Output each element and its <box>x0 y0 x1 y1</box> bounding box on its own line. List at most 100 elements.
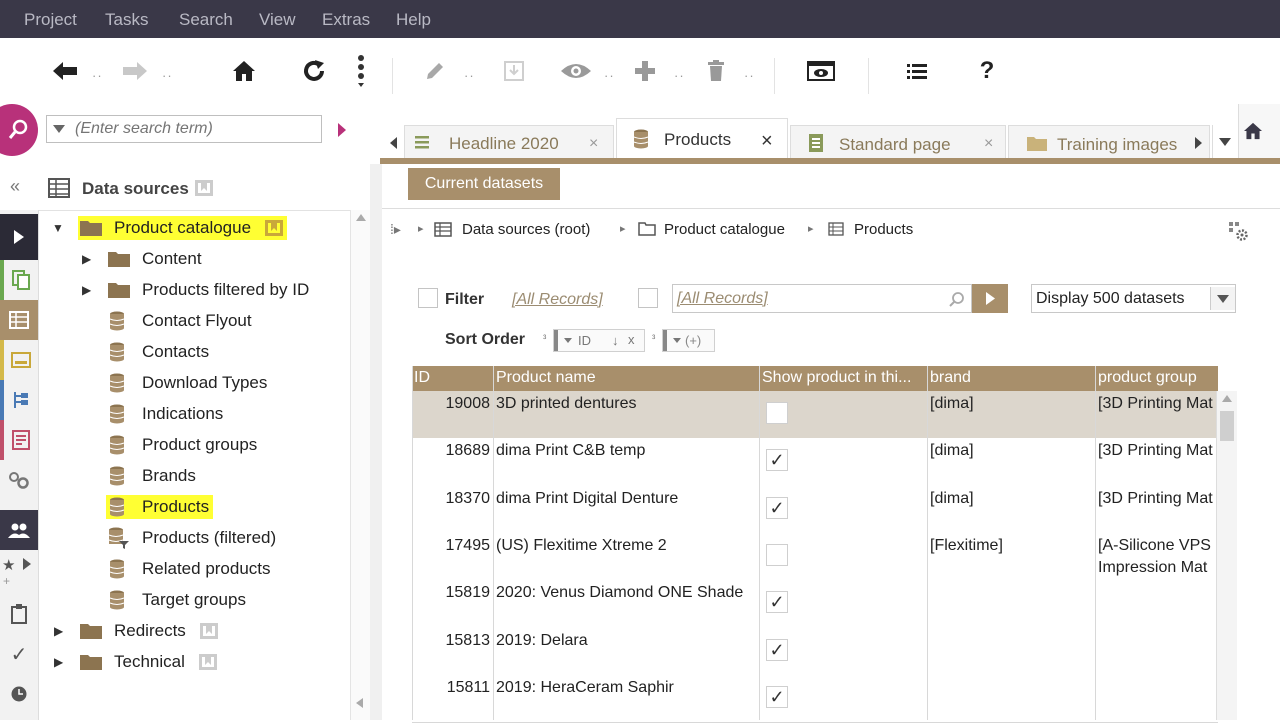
menu-project[interactable]: Project <box>24 10 77 30</box>
back-button[interactable] <box>48 38 82 104</box>
tree-item[interactable]: Contacts <box>106 337 213 367</box>
bookmark-icon[interactable] <box>198 654 217 670</box>
tree-item[interactable]: Product groups <box>106 430 261 460</box>
tab-headline-2020[interactable]: Headline 2020 × <box>404 125 614 159</box>
tree-item[interactable]: Indications <box>106 399 227 429</box>
tree-item[interactable]: Technical <box>78 647 221 677</box>
search-go-icon[interactable] <box>338 123 346 137</box>
tree-item[interactable]: Product catalogue <box>78 213 288 243</box>
search-box[interactable] <box>46 115 322 143</box>
scroll-up-icon[interactable] <box>356 214 366 221</box>
filter-field[interactable]: [All Records] <box>672 284 972 313</box>
tree-scrollbar[interactable] <box>350 210 371 720</box>
menu-search[interactable]: Search <box>179 10 233 30</box>
tree-item[interactable]: Target groups <box>106 585 250 615</box>
refresh-button[interactable] <box>298 38 330 104</box>
column-header-show-product[interactable]: Show product in thi... <box>762 369 926 387</box>
close-icon[interactable]: × <box>761 130 773 153</box>
edit-dropdown[interactable]: ·· <box>464 68 475 83</box>
plus-icon[interactable]: + <box>3 574 10 588</box>
chevron-down-icon[interactable] <box>564 338 572 343</box>
bookmark-icon[interactable] <box>195 180 213 196</box>
tab-training-images[interactable]: Training images <box>1008 125 1210 159</box>
show-product-checkbox[interactable]: ✓ <box>766 591 788 614</box>
tree-item[interactable]: Content <box>106 244 206 274</box>
preview-window-button[interactable] <box>804 38 838 104</box>
add-dropdown[interactable]: ·· <box>674 68 685 83</box>
scroll-up-icon[interactable] <box>1222 395 1232 402</box>
scroll-thumb[interactable] <box>1220 411 1234 441</box>
show-product-checkbox[interactable]: ✓ <box>766 685 788 708</box>
save-button[interactable] <box>498 38 530 104</box>
column-header-id[interactable]: ID <box>414 369 492 387</box>
strip-button-users[interactable] <box>0 510 38 550</box>
tree-item[interactable]: Products <box>106 492 214 522</box>
tree-item[interactable]: Contact Flyout <box>106 306 256 336</box>
tree-item[interactable]: Related products <box>106 554 275 584</box>
strip-button-pages[interactable] <box>0 260 38 300</box>
strip-button-settings[interactable] <box>0 460 38 500</box>
tree-item[interactable]: Redirects <box>78 616 222 646</box>
filter-field-checkbox[interactable] <box>638 288 658 308</box>
bookmark-icon[interactable] <box>265 220 284 236</box>
display-count-select[interactable]: Display 500 datasets <box>1031 284 1236 313</box>
tree-expand-icon[interactable]: ▶ <box>54 655 63 669</box>
menu-extras[interactable]: Extras <box>322 10 370 30</box>
sort-add-chip[interactable]: (+) <box>662 329 715 352</box>
scroll-left-icon[interactable] <box>356 698 363 708</box>
forward-button[interactable] <box>118 38 152 104</box>
menu-tasks[interactable]: Tasks <box>105 10 148 30</box>
tab-products[interactable]: Products × <box>616 118 788 159</box>
breadcrumb-item[interactable]: Product catalogue <box>664 221 785 238</box>
edit-button[interactable] <box>420 38 450 104</box>
home-button[interactable] <box>228 38 260 104</box>
help-button[interactable]: ? <box>972 38 1002 104</box>
breadcrumb-item[interactable]: Data sources (root) <box>462 221 590 238</box>
settings-gear-icon[interactable] <box>1228 221 1248 241</box>
current-datasets-tab[interactable]: Current datasets <box>408 168 560 200</box>
grid-scrollbar[interactable] <box>1216 391 1237 720</box>
tree-expand-icon[interactable]: ▶ <box>82 252 91 266</box>
tree-item[interactable]: Download Types <box>106 368 271 398</box>
show-product-checkbox[interactable] <box>766 402 788 424</box>
tree-expand-icon[interactable]: ▶ <box>82 283 91 297</box>
menu-help[interactable]: Help <box>396 10 431 30</box>
sort-field-chip[interactable]: ID ↓ x <box>553 329 645 352</box>
delete-dropdown[interactable]: ·· <box>744 68 755 83</box>
close-icon[interactable]: × <box>984 135 993 153</box>
strip-button-data-sources[interactable] <box>0 300 38 340</box>
strip-button-clipboard[interactable] <box>0 594 38 634</box>
sort-handle-icon[interactable]: ³ <box>652 334 655 345</box>
chevron-down-icon[interactable] <box>673 338 681 343</box>
strip-button-tasks[interactable]: ✓ <box>0 634 38 674</box>
strip-button-forms[interactable] <box>0 420 38 460</box>
forward-dropdown[interactable]: ·· <box>162 68 173 83</box>
select-dropdown[interactable] <box>1210 287 1235 310</box>
filter-checkbox[interactable] <box>418 288 438 308</box>
tab-standard-page[interactable]: Standard page × <box>790 125 1006 159</box>
column-header-brand[interactable]: brand <box>930 369 1094 387</box>
delete-button[interactable] <box>702 38 730 104</box>
strip-button-media[interactable] <box>0 340 38 380</box>
menu-view[interactable]: View <box>259 10 296 30</box>
more-button[interactable] <box>350 38 372 104</box>
tabs-scroll-left-icon[interactable] <box>390 137 397 149</box>
tree-expand-icon[interactable]: ▶ <box>54 624 63 638</box>
strip-button-history[interactable] <box>0 674 38 714</box>
bookmark-icon[interactable] <box>199 623 218 639</box>
strip-button-structure[interactable] <box>0 380 38 420</box>
tree-item[interactable]: Brands <box>106 461 200 491</box>
tree-collapse-icon[interactable]: ▼ <box>52 221 64 235</box>
preview-dropdown[interactable]: ·· <box>604 68 615 83</box>
show-product-checkbox[interactable]: ✓ <box>766 496 788 519</box>
breadcrumb-item[interactable]: Products <box>854 221 913 238</box>
sort-direction-icon[interactable]: ↓ <box>612 333 619 348</box>
preview-button[interactable] <box>558 38 594 104</box>
column-header-product-group[interactable]: product group <box>1098 369 1216 387</box>
column-header-product-name[interactable]: Product name <box>496 369 758 387</box>
show-product-checkbox[interactable]: ✓ <box>766 449 788 472</box>
star-icon[interactable]: ★ <box>2 556 15 574</box>
home-tab-button[interactable] <box>1238 104 1280 159</box>
tabs-menu-button[interactable] <box>1212 125 1237 159</box>
panel-splitter[interactable] <box>370 164 382 720</box>
